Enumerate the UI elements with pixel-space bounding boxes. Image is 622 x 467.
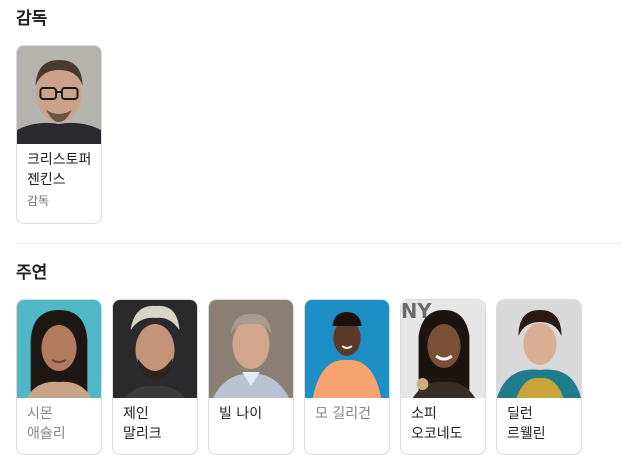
cast-photo xyxy=(17,300,101,398)
people-panel: 감독 크리스토퍼 젠킨스 감독 주연 시몬 애슐리 제인 말리크 빌 나이 모 … xyxy=(0,0,622,467)
cast-photo xyxy=(209,300,293,398)
cast-name: 소피 오코네도 xyxy=(411,406,463,442)
director-name: 크리스토퍼 젠킨스 xyxy=(27,152,92,188)
cast-name: 빌 나이 xyxy=(219,406,263,422)
cast-name: 제인 말리크 xyxy=(123,406,162,442)
section-divider xyxy=(16,243,622,244)
cast-photo: NY xyxy=(401,300,485,398)
cast-name: 딜런 르웰린 xyxy=(507,406,546,442)
cast-card[interactable]: 모 길리건 xyxy=(304,299,390,455)
cast-section-title: 주연 xyxy=(16,263,48,283)
cast-photo xyxy=(497,300,581,398)
cast-card[interactable]: 빌 나이 xyxy=(208,299,294,455)
cast-card[interactable]: 시몬 애슐리 xyxy=(16,299,102,455)
cast-card[interactable]: 제인 말리크 xyxy=(112,299,198,455)
director-section-title: 감독 xyxy=(16,9,48,29)
cast-photo xyxy=(305,300,389,398)
cast-name: 모 길리건 xyxy=(315,406,371,422)
cast-name: 시몬 애슐리 xyxy=(27,406,66,442)
cast-card[interactable]: NY 소피 오코네도 xyxy=(400,299,486,455)
cast-photo xyxy=(113,300,197,398)
director-card[interactable]: 크리스토퍼 젠킨스 감독 xyxy=(16,45,102,224)
cast-card[interactable]: 딜런 르웰린 xyxy=(496,299,582,455)
director-photo xyxy=(17,46,101,144)
director-role: 감독 xyxy=(27,194,50,208)
